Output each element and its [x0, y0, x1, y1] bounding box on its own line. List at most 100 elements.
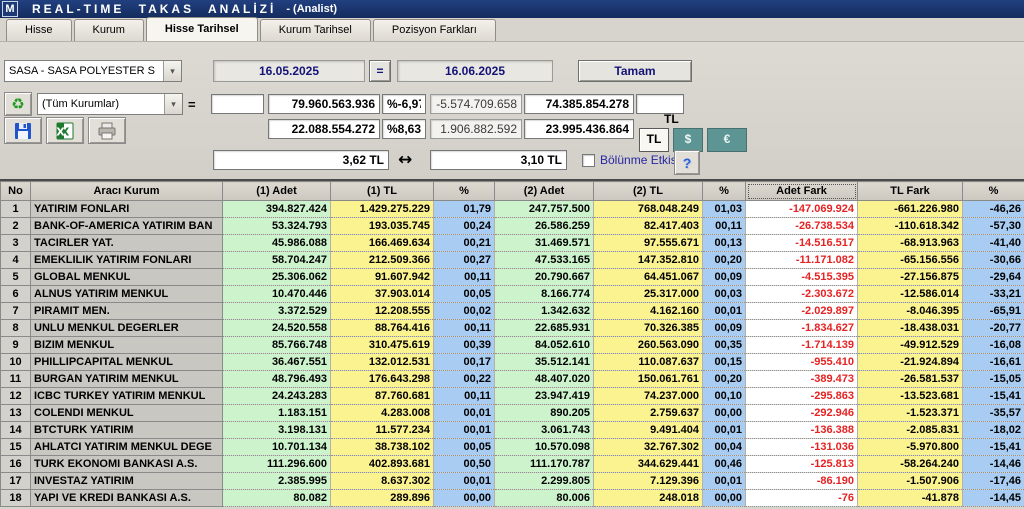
cell-tl-2: 260.563.090 [593, 336, 703, 354]
cell-adet-1: 53.324.793 [222, 217, 331, 235]
table-row[interactable]: 10 PHILLIPCAPITAL MENKUL 36.467.551 132.012… [0, 353, 1024, 371]
print-button[interactable] [88, 117, 126, 144]
cell-tl-1: 38.738.102 [330, 438, 434, 456]
cell-broker-name: GLOBAL MENKUL [30, 268, 223, 286]
table-row[interactable]: 5 GLOBAL MENKUL 25.306.062 91.607.942 00,11 2… [0, 268, 1024, 286]
cell-pct-fark: -15,41 [962, 438, 1024, 456]
table-row[interactable]: 4 EMEKLILIK YATIRIM FONLARI 58.704.247 212.… [0, 251, 1024, 269]
total2-fark-field[interactable] [430, 119, 522, 139]
cell-adet-2: 10.570.098 [494, 438, 594, 456]
cell-tl-fark: -68.913.963 [857, 234, 963, 252]
cell-row-no: 1 [0, 200, 31, 218]
cell-row-no: 17 [0, 472, 31, 490]
col-header-adet-fark[interactable]: Adet Fark [745, 181, 858, 201]
currency-button-eur[interactable]: € [707, 128, 747, 152]
extra-field[interactable] [636, 94, 684, 114]
split-effect-checkbox[interactable] [582, 154, 595, 167]
total1-adet-field[interactable] [268, 94, 380, 114]
printer-icon [98, 122, 116, 139]
help-button[interactable]: ? [674, 150, 700, 175]
cell-adet-2: 22.685.931 [494, 319, 594, 337]
cell-adet-1: 3.198.131 [222, 421, 331, 439]
broker-select[interactable]: (Tüm Kurumlar) ▾ [37, 93, 183, 115]
symbol-select[interactable]: SASA - SASA POLYESTER S ▾ [4, 60, 182, 82]
date-from-field[interactable]: 16.05.2025 [213, 60, 365, 82]
table-row[interactable]: 1 YATIRIM FONLARI 394.827.424 1.429.275.229… [0, 200, 1024, 218]
table-row[interactable]: 13 COLENDI MENKUL 1.183.151 4.283.008 00,01 8… [0, 404, 1024, 422]
cell-pct-fark: -57,30 [962, 217, 1024, 235]
table-row[interactable]: 12 ICBC TURKEY YATIRIM MENKUL 24.243.283 87… [0, 387, 1024, 405]
col-header-broker-name[interactable]: Aracı Kurum [30, 181, 223, 201]
tab-pozisyon-farkları[interactable]: Pozisyon Farkları [372, 19, 496, 41]
col-header-row-no[interactable]: No [0, 181, 31, 201]
table-row[interactable]: 6 ALNUS YATIRIM MENKUL 10.470.446 37.903.01… [0, 285, 1024, 303]
range-arrow-icon: ↔ [398, 150, 413, 170]
cell-tl-fark: -49.912.529 [857, 336, 963, 354]
total2-pct-field[interactable] [382, 119, 426, 139]
table-row[interactable]: 7 PIRAMIT MEN. 3.372.529 12.208.555 00,02 1.3… [0, 302, 1024, 320]
table-row[interactable]: 16 TURK EKONOMI BANKASI A.S. 111.296.600 40… [0, 455, 1024, 473]
price-to-input[interactable] [430, 150, 567, 170]
table-row[interactable]: 14 BTCTURK YATIRIM 3.198.131 11.577.234 00,0… [0, 421, 1024, 439]
excel-export-button[interactable]: X X [46, 117, 84, 144]
refresh-button[interactable]: ♻ [4, 92, 32, 116]
currency-button-usd[interactable]: $ [673, 128, 703, 152]
date-to-field[interactable]: 16.06.2025 [397, 60, 553, 82]
total2-adet-field[interactable] [524, 94, 634, 114]
cell-tl-2: 25.317.000 [593, 285, 703, 303]
table-row[interactable]: 3 TACIRLER YAT. 45.986.088 166.469.634 00,21… [0, 234, 1024, 252]
cell-adet-1: 24.520.558 [222, 319, 331, 337]
price-from-input[interactable] [213, 150, 389, 170]
col-header-adet-1[interactable]: (1) Adet [222, 181, 331, 201]
table-row[interactable]: 9 BIZIM MENKUL 85.766.748 310.475.619 00,39 8… [0, 336, 1024, 354]
cell-adet-2: 80.006 [494, 489, 594, 507]
table-row[interactable]: 2 BANK-OF-AMERICA YATIRIM BAN 53.324.793 19… [0, 217, 1024, 235]
save-button[interactable] [4, 117, 42, 144]
cell-row-no: 4 [0, 251, 31, 269]
total2-tl-field[interactable] [524, 119, 634, 139]
cell-pct-2: 00,15 [702, 353, 746, 371]
cell-pct-1: 00,21 [433, 234, 495, 252]
cell-adet-2: 8.166.774 [494, 285, 594, 303]
col-header-tl-fark[interactable]: TL Fark [857, 181, 963, 201]
cell-pct-fark: -35,57 [962, 404, 1024, 422]
col-header-pct-2[interactable]: % [702, 181, 746, 201]
date-equals-button[interactable]: = [369, 60, 391, 82]
cell-pct-1: 00,11 [433, 268, 495, 286]
col-header-pct-1[interactable]: % [433, 181, 495, 201]
total1-tl-field[interactable] [268, 119, 380, 139]
ok-button[interactable]: Tamam [578, 60, 692, 82]
cell-pct-1: 00,01 [433, 421, 495, 439]
cell-pct-fark: -14,46 [962, 455, 1024, 473]
cell-row-no: 8 [0, 319, 31, 337]
table-row[interactable]: 8 UNLU MENKUL DEGERLER 24.520.558 88.764.41… [0, 319, 1024, 337]
table-row[interactable]: 17 INVESTAZ YATIRIM 2.385.995 8.637.302 00,0… [0, 472, 1024, 490]
cell-pct-1: 00,00 [433, 489, 495, 507]
table-body: 1 YATIRIM FONLARI 394.827.424 1.429.275.229… [0, 200, 1024, 507]
chevron-down-icon[interactable]: ▾ [164, 94, 182, 114]
col-header-tl-1[interactable]: (1) TL [330, 181, 434, 201]
cell-adet-2: 48.407.020 [494, 370, 594, 388]
table-header-row: No Aracı Kurum (1) Adet (1) TL% (2) Adet (2) … [0, 181, 1024, 201]
tab-hisse-tarihsel[interactable]: Hisse Tarihsel [145, 17, 258, 41]
col-header-adet-2[interactable]: (2) Adet [494, 181, 594, 201]
cell-tl-2: 344.629.441 [593, 455, 703, 473]
chevron-down-icon[interactable]: ▾ [163, 61, 181, 81]
tab-kurum[interactable]: Kurum [73, 19, 144, 41]
cell-tl-1: 87.760.681 [330, 387, 434, 405]
cell-adet-fark: -76 [745, 489, 858, 507]
cell-adet-1: 48.796.493 [222, 370, 331, 388]
total1-pct-field[interactable] [382, 94, 426, 114]
table-row[interactable]: 18 YAPI VE KREDI BANKASI A.S. 80.082 289.89… [0, 489, 1024, 507]
tab-kurum-tarihsel[interactable]: Kurum Tarihsel [259, 19, 371, 41]
total1-fark-field[interactable] [430, 94, 522, 114]
filter-input[interactable] [211, 94, 264, 114]
cell-tl-fark: -8.046.395 [857, 302, 963, 320]
table-row[interactable]: 11 BURGAN YATIRIM MENKUL 48.796.493 176.643… [0, 370, 1024, 388]
cell-adet-fark: -131.036 [745, 438, 858, 456]
table-row[interactable]: 15 AHLATCI YATIRIM MENKUL DEGE 10.701.134 3… [0, 438, 1024, 456]
tab-hisse[interactable]: Hisse [6, 19, 72, 41]
currency-button-tl[interactable]: TL [639, 128, 669, 152]
col-header-pct-fark[interactable]: % [962, 181, 1024, 201]
col-header-tl-2[interactable]: (2) TL [593, 181, 703, 201]
